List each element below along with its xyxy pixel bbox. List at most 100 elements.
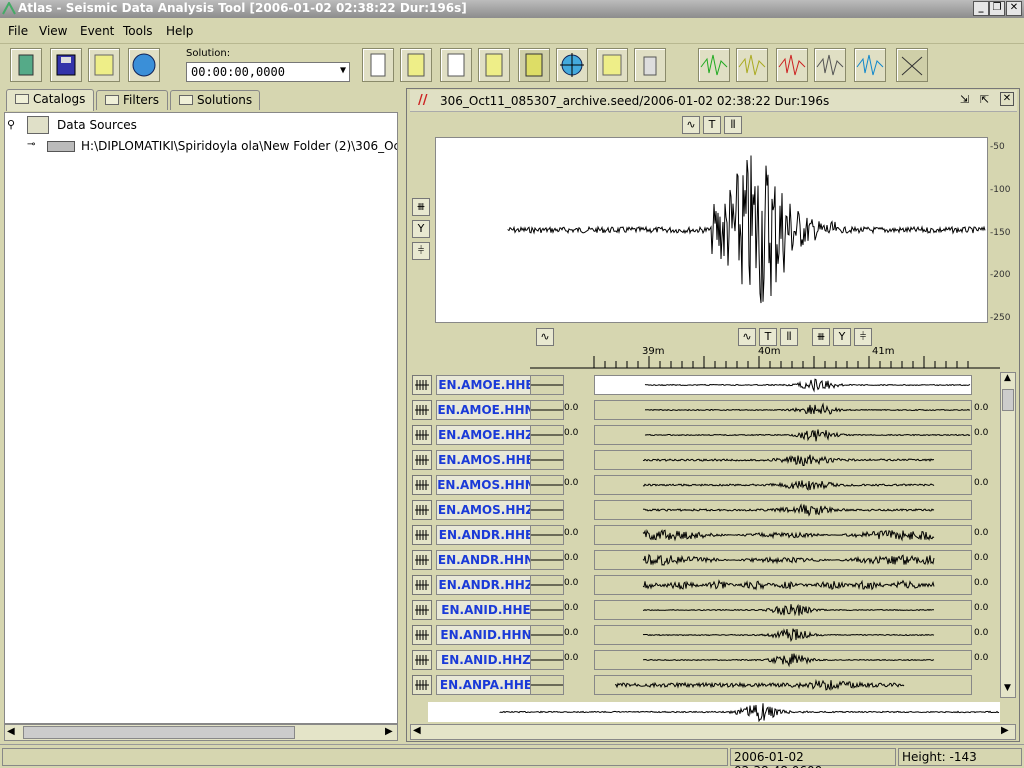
restore-button[interactable]: ❐ [989, 1, 1005, 16]
channel-name[interactable]: EN.AMOE.HHZ [436, 425, 536, 445]
scroll-right-icon[interactable]: ▶ [385, 726, 393, 737]
channel-waveform[interactable] [594, 550, 972, 570]
clear-phase-button[interactable] [896, 48, 928, 82]
minimize-doc-icon[interactable]: ⇲ [960, 93, 969, 106]
channel-waveform[interactable] [594, 400, 972, 420]
expand-icon[interactable]: ⚲ [7, 118, 15, 131]
scroll-thumb[interactable] [1002, 389, 1014, 411]
channel-row[interactable]: EN.AMOS.HHZ [410, 499, 1000, 521]
channel-grid-button[interactable] [412, 650, 432, 670]
channel-grid-button[interactable] [412, 450, 432, 470]
channel-waveform[interactable] [594, 625, 972, 645]
m-phase-button[interactable] [854, 48, 886, 82]
channel-row[interactable]: EN.ANID.HHZ 0.0 0.0 [410, 649, 1000, 671]
channel-grid-button[interactable] [412, 675, 432, 695]
scroll-up-icon[interactable]: ▲ [1004, 373, 1011, 383]
scroll-left-icon[interactable]: ◀ [413, 725, 421, 736]
menu-help[interactable]: Help [166, 24, 193, 38]
channel-row[interactable]: EN.ANDR.HHE 0.0 0.0 [410, 524, 1000, 546]
close-doc-icon[interactable]: ✕ [1000, 92, 1014, 106]
channel-grid-button[interactable] [412, 400, 432, 420]
menu-file[interactable]: File [8, 24, 28, 38]
filter-button[interactable]: ∿ [682, 116, 700, 134]
d-phase-button[interactable] [814, 48, 846, 82]
channel-name[interactable]: EN.AMOS.HHE [436, 450, 536, 470]
t-button[interactable]: T [703, 116, 721, 134]
channel-waveform[interactable] [594, 500, 972, 520]
p-phase-button[interactable] [698, 48, 730, 82]
channel-row[interactable]: EN.AMOE.HHE [410, 374, 1000, 396]
channel-row[interactable]: EN.AMOS.HHN 0.0 0.0 [410, 474, 1000, 496]
channel-name[interactable]: EN.ANPA.HHE [436, 675, 536, 695]
menu-view[interactable]: View [39, 24, 67, 38]
channel-grid-button[interactable] [412, 600, 432, 620]
channel-name[interactable]: EN.ANDR.HHZ [436, 575, 536, 595]
channel-name[interactable]: EN.ANDR.HHN [436, 550, 536, 570]
channel-waveform[interactable] [594, 525, 972, 545]
scale-button[interactable]: ⫩ [412, 242, 430, 260]
globe-button[interactable] [128, 48, 160, 82]
channel-row[interactable]: EN.ANID.HHN 0.0 0.0 [410, 624, 1000, 646]
scroll-down-icon[interactable]: ▼ [1004, 683, 1011, 693]
channel-grid-button[interactable] [412, 575, 432, 595]
tab-solutions[interactable]: Solutions [170, 90, 260, 110]
channel-row[interactable]: EN.ANID.HHE 0.0 0.0 [410, 599, 1000, 621]
channel-waveform[interactable] [594, 425, 972, 445]
menu-tools[interactable]: Tools [123, 24, 153, 38]
a-phase-button[interactable] [776, 48, 808, 82]
channel-waveform[interactable] [594, 650, 972, 670]
channel-name[interactable]: EN.ANID.HHZ [436, 650, 536, 670]
tab-filters[interactable]: Filters [96, 90, 168, 110]
channel-waveform[interactable] [594, 375, 972, 395]
channel-grid-button[interactable] [412, 500, 432, 520]
channel-row[interactable]: EN.ANPA.HHE [410, 674, 1000, 696]
channel-waveform[interactable] [594, 450, 972, 470]
channel-waveform[interactable] [594, 575, 972, 595]
left-horizontal-scrollbar[interactable]: ◀ ▶ [4, 724, 398, 741]
target-button[interactable] [556, 48, 588, 82]
note2-button[interactable] [596, 48, 628, 82]
spectrum-button[interactable]: ⦀ [724, 116, 742, 134]
report-selected-button[interactable] [518, 48, 550, 82]
channel-grid-button[interactable] [412, 550, 432, 570]
channel-name[interactable]: EN.AMOE.HHE [436, 375, 536, 395]
minimize-button[interactable]: _ [973, 1, 989, 16]
grid-button[interactable]: ⧻ [412, 198, 430, 216]
y-button[interactable]: Y [412, 220, 430, 238]
main-waveform-plot[interactable] [435, 137, 988, 323]
scroll-right-icon[interactable]: ▶ [1001, 725, 1009, 736]
channel-row[interactable]: EN.AMOS.HHE [410, 449, 1000, 471]
channel-horizontal-scrollbar[interactable]: ◀ ▶ [410, 724, 1016, 740]
channel-name[interactable]: EN.AMOS.HHN [436, 475, 536, 495]
channel-name[interactable]: EN.AMOE.HHN [436, 400, 536, 420]
channel-name[interactable]: EN.ANID.HHE [436, 600, 536, 620]
collapse-icon[interactable]: ⊸ [27, 139, 35, 150]
scroll-left-icon[interactable]: ◀ [7, 726, 15, 737]
menu-event[interactable]: Event [80, 24, 114, 38]
float-doc-icon[interactable]: ⇱ [980, 93, 989, 106]
new-doc-button[interactable] [362, 48, 394, 82]
channel-grid-button[interactable] [412, 525, 432, 545]
channel-grid-button[interactable] [412, 475, 432, 495]
channel-grid-button[interactable] [412, 375, 432, 395]
channel-name[interactable]: EN.ANID.HHN [436, 625, 536, 645]
save-button[interactable] [50, 48, 82, 82]
scroll-thumb[interactable] [23, 726, 295, 739]
open-button[interactable] [10, 48, 42, 82]
channel-waveform[interactable] [594, 600, 972, 620]
report-button[interactable] [400, 48, 432, 82]
close-button[interactable]: ✕ [1006, 1, 1022, 16]
channel-waveform[interactable] [594, 475, 972, 495]
channel-row[interactable]: EN.AMOE.HHN 0.0 0.0 [410, 399, 1000, 421]
s-phase-button[interactable] [736, 48, 768, 82]
channel-vertical-scrollbar[interactable]: ▲ ▼ [1000, 372, 1016, 698]
tab-catalogs[interactable]: Catalogs [6, 89, 94, 111]
channel-name[interactable]: EN.AMOS.HHZ [436, 500, 536, 520]
channel-grid-button[interactable] [412, 425, 432, 445]
delete-button[interactable] [634, 48, 666, 82]
list-button[interactable] [440, 48, 472, 82]
channel-grid-button[interactable] [412, 625, 432, 645]
overview-strip[interactable] [428, 702, 1000, 723]
tree-source-item[interactable]: ⊸ H:\DIPLOMATIKI\Spiridoyla ola\New Fold… [5, 137, 397, 157]
channel-waveform[interactable] [594, 675, 972, 695]
